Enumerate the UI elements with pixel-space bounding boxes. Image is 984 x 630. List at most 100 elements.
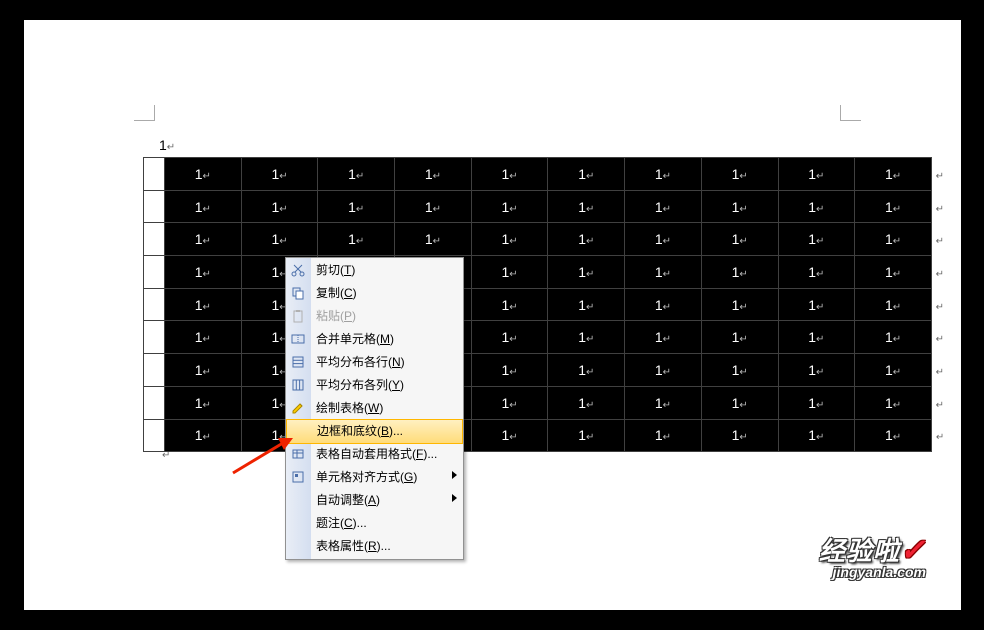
table-cell[interactable]: 1↵ bbox=[165, 354, 242, 387]
table-cell[interactable]: 1↵ bbox=[165, 321, 242, 354]
table-cell[interactable]: 1↵ bbox=[165, 386, 242, 419]
table-cell[interactable]: 1↵ bbox=[318, 158, 395, 191]
table-cell[interactable]: 1↵ bbox=[778, 223, 855, 256]
table-cell[interactable]: 1↵ bbox=[625, 223, 702, 256]
main-table[interactable]: 1↵1↵1↵1↵1↵1↵1↵1↵1↵1↵↵1↵1↵1↵1↵1↵1↵1↵1↵1↵1… bbox=[143, 157, 949, 452]
table-cell[interactable]: 1↵ bbox=[471, 256, 548, 289]
row-end-mark: ↵ bbox=[931, 223, 948, 256]
table-cell[interactable] bbox=[144, 354, 165, 387]
table-cell[interactable]: 1↵ bbox=[701, 354, 778, 387]
table-cell[interactable]: 1↵ bbox=[855, 256, 932, 289]
table-cell[interactable]: 1↵ bbox=[778, 354, 855, 387]
table-cell[interactable]: 1↵ bbox=[855, 386, 932, 419]
table-cell[interactable]: 1↵ bbox=[548, 321, 625, 354]
table-cell[interactable]: 1↵ bbox=[548, 419, 625, 452]
table-cell[interactable]: 1↵ bbox=[471, 321, 548, 354]
table-cell[interactable]: 1↵ bbox=[778, 321, 855, 354]
table-cell[interactable]: 1↵ bbox=[165, 158, 242, 191]
table-cell[interactable]: 1↵ bbox=[778, 419, 855, 452]
menu-item[interactable]: 绘制表格(W) bbox=[286, 397, 463, 420]
table-cell[interactable]: 1↵ bbox=[165, 190, 242, 223]
table-cell[interactable]: 1↵ bbox=[625, 256, 702, 289]
table-cell[interactable]: 1↵ bbox=[471, 288, 548, 321]
table-cell[interactable]: 1↵ bbox=[318, 190, 395, 223]
table-cell[interactable]: 1↵ bbox=[855, 419, 932, 452]
table-cell[interactable]: 1↵ bbox=[625, 288, 702, 321]
menu-item[interactable]: 剪切(T) bbox=[286, 259, 463, 282]
menu-item[interactable]: 单元格对齐方式(G) bbox=[286, 466, 463, 489]
menu-item-label: 单元格对齐方式(G) bbox=[316, 470, 417, 484]
table-cell[interactable]: 1↵ bbox=[241, 190, 318, 223]
table-cell[interactable]: 1↵ bbox=[701, 190, 778, 223]
table-cell[interactable]: 1↵ bbox=[855, 321, 932, 354]
table-cell[interactable]: 1↵ bbox=[548, 256, 625, 289]
table-cell[interactable]: 1↵ bbox=[395, 158, 472, 191]
table-cell[interactable]: 1↵ bbox=[855, 288, 932, 321]
table-cell[interactable]: 1↵ bbox=[165, 419, 242, 452]
table-cell[interactable] bbox=[144, 158, 165, 191]
table-cell[interactable]: 1↵ bbox=[855, 223, 932, 256]
table-cell[interactable] bbox=[144, 190, 165, 223]
watermark-text: 经验啦✓ bbox=[819, 531, 926, 568]
table-cell[interactable]: 1↵ bbox=[548, 190, 625, 223]
table-cell[interactable] bbox=[144, 321, 165, 354]
table-cell[interactable]: 1↵ bbox=[241, 223, 318, 256]
table-cell[interactable]: 1↵ bbox=[165, 223, 242, 256]
table-cell[interactable]: 1↵ bbox=[548, 386, 625, 419]
table-cell[interactable]: 1↵ bbox=[471, 419, 548, 452]
menu-item[interactable]: 复制(C) bbox=[286, 282, 463, 305]
table-cell[interactable]: 1↵ bbox=[548, 288, 625, 321]
table-cell[interactable]: 1↵ bbox=[165, 288, 242, 321]
table-cell[interactable] bbox=[144, 386, 165, 419]
table-cell[interactable]: 1↵ bbox=[701, 386, 778, 419]
table-cell[interactable]: 1↵ bbox=[701, 288, 778, 321]
table-cell[interactable]: 1↵ bbox=[701, 321, 778, 354]
table-cell[interactable]: 1↵ bbox=[778, 256, 855, 289]
table-cell[interactable]: 1↵ bbox=[855, 158, 932, 191]
table-cell[interactable]: 1↵ bbox=[778, 288, 855, 321]
table-cell[interactable]: 1↵ bbox=[701, 256, 778, 289]
table-cell[interactable]: 1↵ bbox=[625, 386, 702, 419]
menu-item[interactable]: 平均分布各行(N) bbox=[286, 351, 463, 374]
table-cell[interactable]: 1↵ bbox=[701, 419, 778, 452]
table-cell[interactable] bbox=[144, 223, 165, 256]
table-cell[interactable]: 1↵ bbox=[318, 223, 395, 256]
table-cell[interactable]: 1↵ bbox=[548, 223, 625, 256]
table-cell[interactable]: 1↵ bbox=[548, 354, 625, 387]
menu-item[interactable]: 题注(C)... bbox=[286, 512, 463, 535]
table-cell[interactable]: 1↵ bbox=[471, 354, 548, 387]
menu-item[interactable]: 表格自动套用格式(F)... bbox=[286, 443, 463, 466]
table-cell[interactable]: 1↵ bbox=[855, 354, 932, 387]
menu-item[interactable]: 自动调整(A) bbox=[286, 489, 463, 512]
table-cell[interactable]: 1↵ bbox=[778, 386, 855, 419]
blank-icon bbox=[291, 423, 307, 439]
table-cell[interactable]: 1↵ bbox=[471, 190, 548, 223]
row-end-mark: ↵ bbox=[931, 354, 948, 387]
menu-item[interactable]: 平均分布各列(Y) bbox=[286, 374, 463, 397]
table-cell[interactable]: 1↵ bbox=[471, 158, 548, 191]
table-cell[interactable]: 1↵ bbox=[625, 158, 702, 191]
menu-item[interactable]: 边框和底纹(B)... bbox=[286, 419, 463, 444]
menu-item[interactable]: 表格属性(R)... bbox=[286, 535, 463, 558]
table-cell[interactable]: 1↵ bbox=[548, 158, 625, 191]
table-cell[interactable]: 1↵ bbox=[241, 158, 318, 191]
table-cell[interactable]: 1↵ bbox=[701, 158, 778, 191]
table-cell[interactable]: 1↵ bbox=[395, 223, 472, 256]
table-cell[interactable]: 1↵ bbox=[778, 190, 855, 223]
table-cell[interactable]: 1↵ bbox=[471, 386, 548, 419]
table-cell[interactable]: 1↵ bbox=[625, 321, 702, 354]
table-cell[interactable]: 1↵ bbox=[395, 190, 472, 223]
watermark-url: jingyanla.com bbox=[819, 564, 926, 580]
table-cell[interactable] bbox=[144, 288, 165, 321]
table-cell[interactable]: 1↵ bbox=[855, 190, 932, 223]
table-cell[interactable]: 1↵ bbox=[165, 256, 242, 289]
table-cell[interactable]: 1↵ bbox=[625, 419, 702, 452]
table-cell[interactable]: 1↵ bbox=[625, 190, 702, 223]
table-cell[interactable]: 1↵ bbox=[625, 354, 702, 387]
table-cell[interactable] bbox=[144, 256, 165, 289]
menu-item[interactable]: 合并单元格(M) bbox=[286, 328, 463, 351]
watermark-check-icon: ✓ bbox=[900, 534, 926, 567]
table-cell[interactable]: 1↵ bbox=[778, 158, 855, 191]
table-cell[interactable]: 1↵ bbox=[471, 223, 548, 256]
table-cell[interactable]: 1↵ bbox=[701, 223, 778, 256]
